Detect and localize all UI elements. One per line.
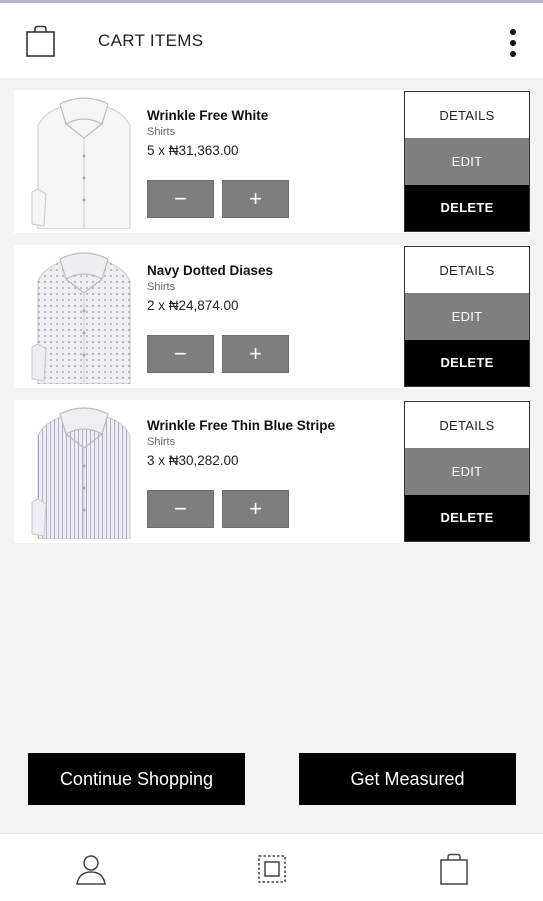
cart-list: Wrinkle Free White Shirts 5 x ₦31,363.00… [14, 90, 530, 555]
item-name: Wrinkle Free White [147, 108, 269, 123]
details-button[interactable]: DETAILS [405, 402, 529, 449]
item-price: 2 x ₦24,874.00 [147, 298, 239, 313]
get-measured-button[interactable]: Get Measured [299, 753, 516, 805]
item-price: 5 x ₦31,363.00 [147, 143, 239, 158]
shopping-bag-icon[interactable] [437, 852, 471, 886]
cart-item-card: Navy Dotted Diases Shirts 2 x ₦24,874.00… [14, 245, 530, 388]
item-name: Wrinkle Free Thin Blue Stripe [147, 418, 336, 433]
delete-button[interactable]: DELETE [405, 494, 529, 541]
shirt-image [30, 404, 138, 540]
app-bar: CART ITEMS [0, 3, 543, 78]
shopping-bag-icon [25, 25, 57, 64]
measure-frame-icon[interactable] [255, 852, 289, 886]
cart-item-card: Wrinkle Free Thin Blue Stripe Shirts 3 x… [14, 400, 530, 543]
item-actions: DETAILS EDIT DELETE [404, 246, 530, 387]
more-vertical-icon[interactable] [500, 23, 526, 63]
delete-button[interactable]: DELETE [405, 184, 529, 231]
edit-button[interactable]: EDIT [405, 138, 529, 185]
page-title: CART ITEMS [98, 31, 204, 50]
cart-item-card: Wrinkle Free White Shirts 5 x ₦31,363.00… [14, 90, 530, 233]
item-price: 3 x ₦30,282.00 [147, 453, 239, 468]
item-name: Navy Dotted Diases [147, 263, 274, 278]
edit-button[interactable]: EDIT [405, 448, 529, 495]
item-actions: DETAILS EDIT DELETE [404, 401, 530, 542]
item-category: Shirts [147, 281, 176, 293]
item-actions: DETAILS EDIT DELETE [404, 91, 530, 232]
decrease-quantity-button[interactable]: − [147, 180, 214, 218]
item-category: Shirts [147, 126, 176, 138]
edit-button[interactable]: EDIT [405, 293, 529, 340]
details-button[interactable]: DETAILS [405, 92, 529, 139]
delete-button[interactable]: DELETE [405, 339, 529, 386]
profile-icon[interactable] [74, 852, 108, 886]
decrease-quantity-button[interactable]: − [147, 335, 214, 373]
shirt-image [30, 94, 138, 230]
item-category: Shirts [147, 436, 176, 448]
continue-shopping-button[interactable]: Continue Shopping [28, 753, 245, 805]
increase-quantity-button[interactable]: + [222, 335, 289, 373]
shirt-image [30, 249, 138, 385]
details-button[interactable]: DETAILS [405, 247, 529, 294]
decrease-quantity-button[interactable]: − [147, 490, 214, 528]
increase-quantity-button[interactable]: + [222, 490, 289, 528]
increase-quantity-button[interactable]: + [222, 180, 289, 218]
bottom-navigation [0, 833, 543, 901]
